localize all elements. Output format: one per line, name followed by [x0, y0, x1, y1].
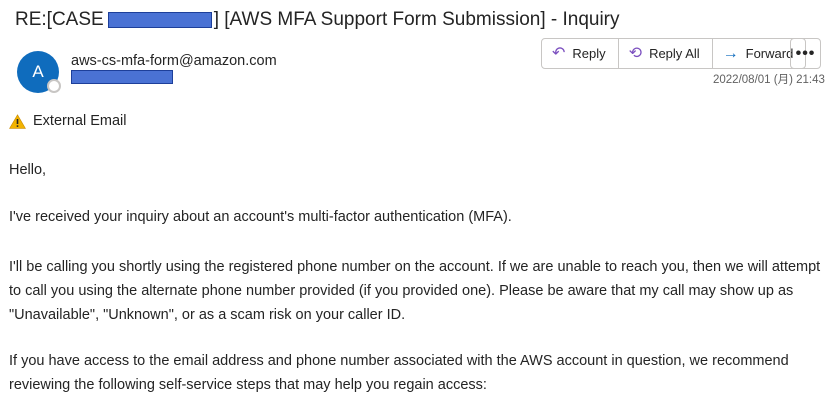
self-service-line: If you have access to the email address …: [9, 353, 789, 369]
forward-label: Forward: [745, 46, 794, 61]
self-service-line: reviewing the following self-service ste…: [9, 377, 487, 393]
presence-indicator: [47, 79, 61, 93]
warning-icon: [9, 113, 26, 129]
reply-icon: ↶: [552, 44, 566, 62]
greeting-paragraph: Hello,: [9, 162, 47, 178]
more-options-icon: •••: [795, 44, 816, 62]
call-paragraph-line: to call you using the alternate phone nu…: [9, 283, 794, 299]
reply-all-label: Reply All: [649, 46, 700, 61]
email-subject: RE:[CASE ] [AWS MFA Support Form Submiss…: [15, 9, 620, 31]
external-email-label: External Email: [33, 113, 127, 129]
external-email-banner: External Email: [9, 113, 126, 129]
sender-address[interactable]: aws-cs-mfa-form@amazon.com: [71, 53, 277, 69]
reply-button[interactable]: ↶ Reply: [542, 39, 619, 68]
call-paragraph: I'll be calling you shortly using the re…: [9, 255, 821, 327]
more-options-button[interactable]: •••: [790, 38, 821, 69]
redacted-case-number: [107, 12, 212, 28]
forward-icon: →: [722, 44, 739, 62]
call-paragraph-line: "Unavailable", "Unknown", or as a scam r…: [9, 307, 406, 323]
self-service-paragraph: If you have access to the email address …: [9, 349, 821, 397]
reply-label: Reply: [572, 46, 606, 61]
avatar-letter: A: [32, 62, 44, 81]
email-timestamp: 2022/08/01 (月) 21:43: [713, 74, 825, 86]
reply-all-icon: ⟲: [628, 44, 643, 62]
inquiry-paragraph: I've received your inquiry about an acco…: [9, 209, 512, 225]
message-actions: ↶ Reply ⟲ Reply All → Forward: [541, 38, 807, 69]
call-paragraph-line: I'll be calling you shortly using the re…: [9, 259, 821, 275]
reply-all-button[interactable]: ⟲ Reply All: [619, 39, 713, 68]
subject-prefix: RE:[CASE: [15, 9, 104, 30]
redacted-recipient: [71, 70, 173, 84]
subject-suffix: ] [AWS MFA Support Form Submission] - In…: [213, 9, 620, 30]
